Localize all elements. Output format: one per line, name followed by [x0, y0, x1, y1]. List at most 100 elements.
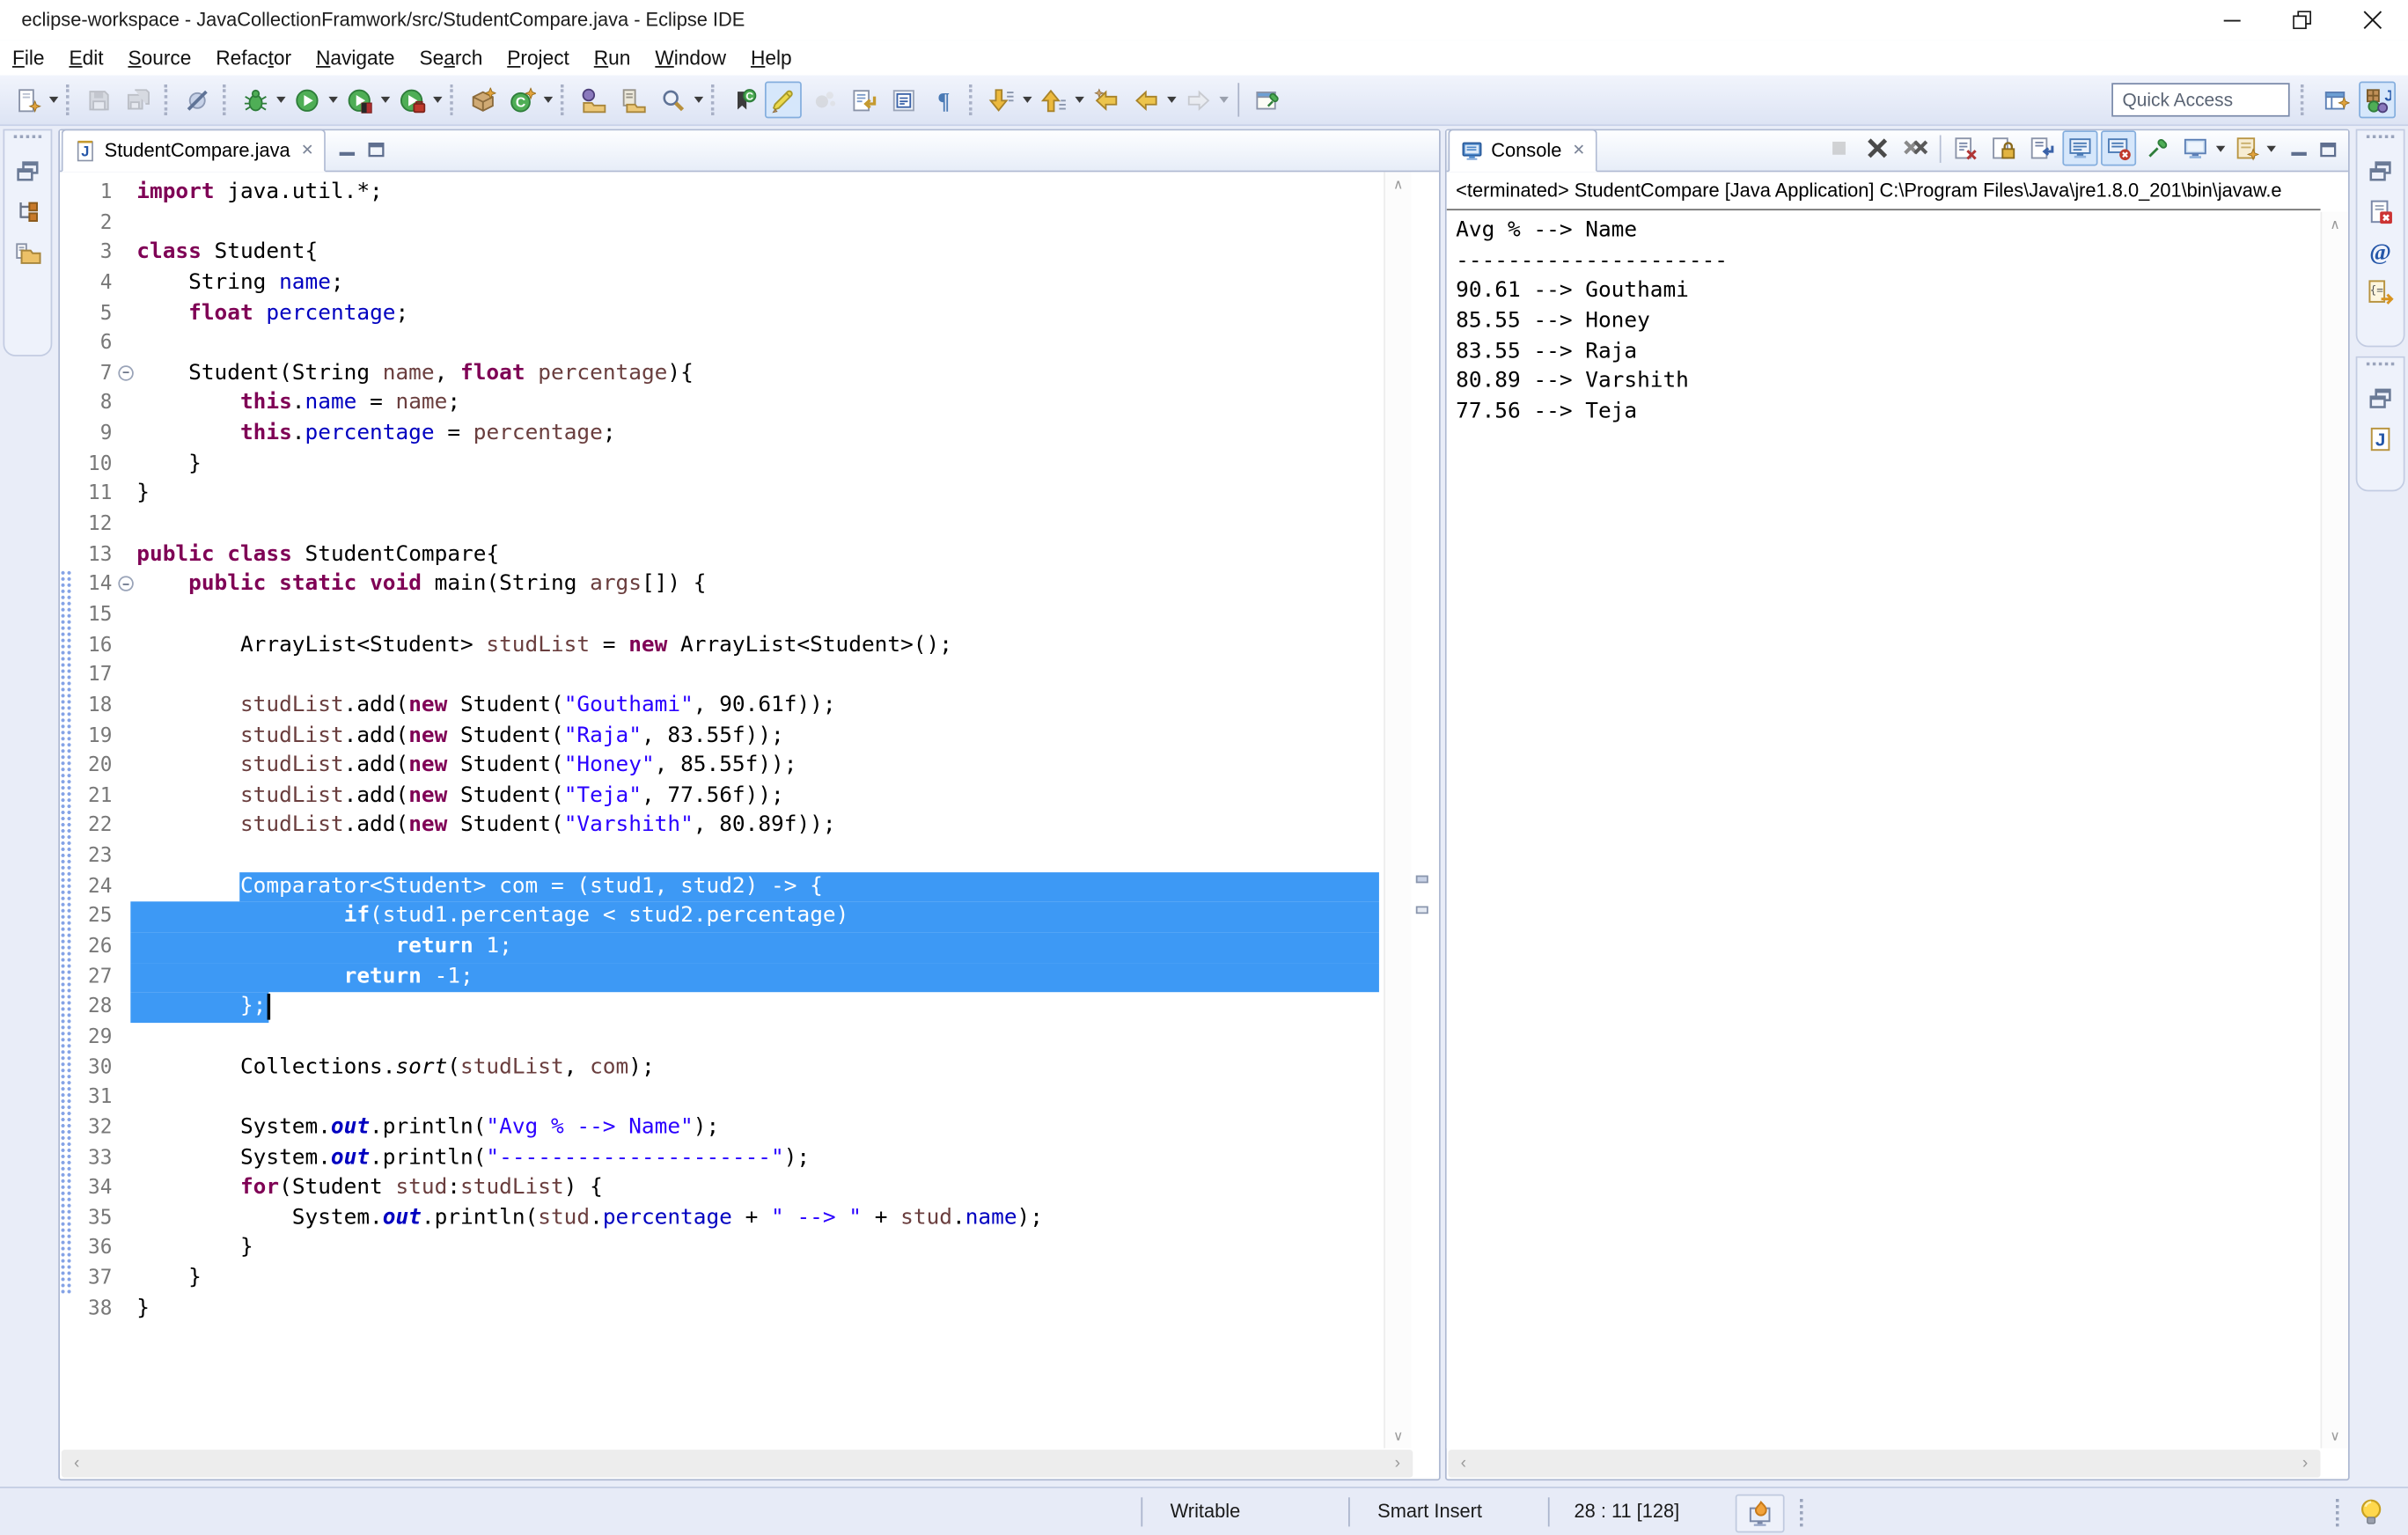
code-line-32[interactable]: System.out.println("Avg % --> Name"); — [136, 1113, 1384, 1143]
menu-help[interactable]: Help — [738, 43, 804, 72]
fold-collapse-icon[interactable] — [118, 577, 133, 591]
overview-marker[interactable] — [1416, 906, 1428, 914]
search-dropdown-icon[interactable] — [694, 97, 703, 103]
scroll-right-icon[interactable]: › — [1385, 1450, 1410, 1477]
code-editor[interactable]: 1234567891011121314151617181920212223242… — [60, 172, 1439, 1448]
menu-file[interactable]: File — [0, 43, 57, 72]
junit-icon[interactable]: J — [2362, 421, 2399, 458]
console-vertical-scrollbar[interactable]: ∧ ∨ — [2321, 212, 2348, 1449]
show-stdout-icon[interactable] — [2062, 130, 2097, 165]
caret-position-status[interactable]: 28 : 11 [128] — [1575, 1501, 1680, 1522]
console-output[interactable]: <terminated> StudentCompare [Java Applic… — [1447, 172, 2348, 1448]
statusbar-gripper[interactable] — [1800, 1499, 1810, 1526]
code-line-20[interactable]: studList.add(new Student("Honey", 85.55f… — [136, 752, 1384, 782]
code-line-8[interactable]: this.name = name; — [136, 389, 1384, 419]
display-console-icon[interactable] — [2177, 130, 2213, 165]
code-line-30[interactable]: Collections.sort(studList, com); — [136, 1053, 1384, 1083]
editor-horizontal-scrollbar[interactable]: ‹ › — [62, 1450, 1413, 1477]
open-task-icon[interactable]: C — [725, 81, 762, 118]
coverage-dropdown-icon[interactable] — [381, 97, 390, 103]
error-log-icon[interactable] — [2362, 194, 2399, 231]
console-minimize-icon[interactable] — [2290, 142, 2309, 158]
show-selected-element-icon[interactable] — [885, 81, 921, 118]
new-java-class-dropdown-icon[interactable] — [544, 97, 553, 103]
scroll-left-icon[interactable]: ‹ — [64, 1450, 89, 1477]
code-line-31[interactable] — [136, 1083, 1384, 1113]
tab-close-icon[interactable]: ✕ — [1573, 142, 1586, 158]
console-horizontal-scrollbar[interactable]: ‹ › — [1448, 1450, 2320, 1477]
code-line-11[interactable]: } — [136, 480, 1384, 510]
editor-maximize-icon[interactable] — [368, 142, 386, 158]
external-tools-icon[interactable] — [393, 81, 430, 118]
overview-marker[interactable] — [1416, 876, 1428, 884]
tab-studentcompare-java[interactable]: J StudentCompare.java ✕ — [62, 129, 327, 173]
terminate-icon[interactable] — [1821, 130, 1856, 165]
skip-breakpoints-icon[interactable] — [178, 81, 215, 118]
debug-dropdown-icon[interactable] — [276, 97, 285, 103]
code-line-36[interactable]: } — [136, 1234, 1384, 1264]
code-line-38[interactable]: } — [136, 1294, 1384, 1324]
smart-caret-icon[interactable] — [804, 81, 841, 118]
new-wizard-dropdown-icon[interactable] — [49, 97, 58, 103]
code-line-27[interactable]: return -1; — [136, 962, 1384, 992]
console-text-area[interactable]: Avg % --> Name---------------------90.61… — [1456, 217, 1728, 428]
code-line-13[interactable]: public class StudentCompare{ — [136, 540, 1384, 570]
save-all-icon[interactable] — [120, 81, 157, 118]
declaration-icon[interactable]: {= — [2362, 274, 2399, 311]
code-line-37[interactable]: } — [136, 1264, 1384, 1294]
word-wrap-icon[interactable] — [2024, 130, 2059, 165]
scroll-down-icon[interactable]: ∨ — [1385, 1425, 1412, 1446]
scroll-up-icon[interactable]: ∧ — [1385, 173, 1412, 195]
coverage-icon[interactable] — [341, 81, 378, 118]
code-line-34[interactable]: for(Student stud:studList) { — [136, 1173, 1384, 1203]
new-java-project-icon[interactable] — [464, 81, 501, 118]
code-line-7[interactable]: Student(String name, float percentage){ — [136, 359, 1384, 389]
menu-run[interactable]: Run — [582, 43, 643, 72]
quick-access-input[interactable] — [2111, 83, 2289, 116]
tab-console[interactable]: Console ✕ — [1448, 129, 1597, 173]
back-dropdown-icon[interactable] — [1167, 97, 1176, 103]
pin-editor-icon[interactable] — [1249, 81, 1286, 118]
code-line-3[interactable]: class Student{ — [136, 239, 1384, 268]
code-line-28[interactable]: }; — [136, 993, 1384, 1023]
display-console-dropdown-icon[interactable] — [2216, 145, 2225, 151]
menu-refactor[interactable]: Refactor — [203, 43, 304, 72]
menu-project[interactable]: Project — [495, 43, 582, 72]
show-whitespace-icon[interactable]: ¶ — [924, 81, 961, 118]
fold-collapse-icon[interactable] — [118, 365, 133, 380]
code-line-22[interactable]: studList.add(new Student("Varshith", 80.… — [136, 812, 1384, 841]
forward-dropdown-icon[interactable] — [1219, 97, 1228, 103]
code-line-23[interactable] — [136, 841, 1384, 871]
code-line-15[interactable] — [136, 600, 1384, 630]
code-line-1[interactable]: import java.util.*; — [136, 178, 1384, 208]
clear-console-icon[interactable] — [1948, 130, 1983, 165]
view-bar-gripper[interactable] — [2367, 136, 2394, 146]
open-console-icon[interactable] — [2228, 130, 2264, 165]
menu-source[interactable]: Source — [116, 43, 204, 72]
overview-ruler[interactable] — [1412, 172, 1435, 1448]
java-perspective-button[interactable]: J — [2359, 81, 2396, 118]
scroll-up-icon[interactable]: ∧ — [2322, 214, 2348, 235]
pin-console-icon[interactable] — [2140, 130, 2175, 165]
search-icon[interactable] — [654, 81, 691, 118]
build-status-button[interactable] — [1736, 1495, 1785, 1533]
next-annotation-dropdown-icon[interactable] — [1023, 97, 1031, 103]
code-line-4[interactable]: String name; — [136, 268, 1384, 298]
code-line-29[interactable] — [136, 1023, 1384, 1053]
menu-navigate[interactable]: Navigate — [304, 43, 407, 72]
menu-edit[interactable]: Edit — [57, 43, 116, 72]
new-java-class-icon[interactable]: C — [503, 81, 540, 118]
code-line-5[interactable]: float percentage; — [136, 298, 1384, 328]
code-line-14[interactable]: public static void main(String args[]) { — [136, 570, 1384, 600]
code-line-26[interactable]: return 1; — [136, 932, 1384, 962]
open-resource-icon[interactable] — [614, 81, 651, 118]
notification-lightbulb-icon[interactable] — [2356, 1495, 2387, 1528]
editor-minimize-icon[interactable] — [338, 142, 356, 158]
prev-annotation-dropdown-icon[interactable] — [1075, 97, 1083, 103]
package-explorer-icon[interactable] — [9, 233, 46, 270]
tab-close-icon[interactable]: ✕ — [301, 142, 314, 158]
back-icon[interactable] — [1127, 81, 1164, 118]
view-restore-icon[interactable] — [2362, 153, 2399, 190]
code-line-6[interactable] — [136, 329, 1384, 359]
code-line-2[interactable] — [136, 209, 1384, 239]
